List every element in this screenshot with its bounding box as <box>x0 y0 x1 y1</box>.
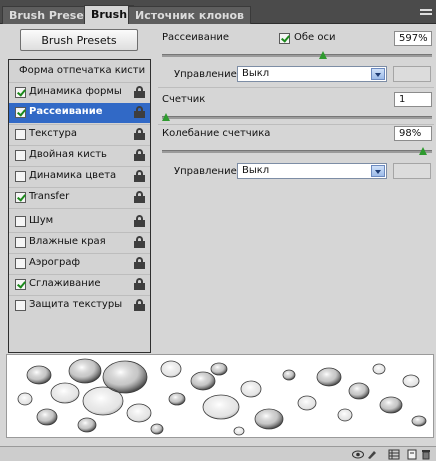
list-divider <box>9 208 150 209</box>
checkbox[interactable] <box>15 279 26 290</box>
list-item-label: Аэрограф <box>29 257 81 268</box>
chevron-down-icon[interactable] <box>371 68 385 80</box>
list-item-color-dynamics[interactable]: Динамика цвета <box>9 167 150 187</box>
brush-preview-image <box>17 358 427 436</box>
list-item-label: Шум <box>29 215 54 226</box>
list-item-airbrush[interactable]: Аэрограф <box>9 254 150 274</box>
count-jitter-slider-thumb[interactable] <box>418 147 427 155</box>
brush-settings-list: Форма отпечатка кисти Динамика формы Рас… <box>8 59 151 353</box>
list-item-label: Динамика формы <box>29 86 122 97</box>
checkbox[interactable] <box>15 258 26 269</box>
lock-icon[interactable] <box>134 191 145 203</box>
lock-icon[interactable] <box>134 215 145 227</box>
chevron-down-icon[interactable] <box>371 165 385 177</box>
checkbox[interactable] <box>15 300 26 311</box>
checkbox[interactable] <box>15 107 26 118</box>
checkbox[interactable] <box>15 171 26 182</box>
count-label: Счетчик <box>162 94 206 105</box>
tab-clone-source[interactable]: Источник клонов <box>128 6 252 24</box>
list-item-label: Текстура <box>29 128 78 139</box>
list-item-transfer[interactable]: Transfer <box>9 188 150 208</box>
count-jitter-label: Колебание счетчика <box>162 128 271 139</box>
lock-icon[interactable] <box>134 128 145 140</box>
count-jitter-control-value-box <box>393 163 431 179</box>
checkbox[interactable] <box>15 150 26 161</box>
panel-bottom-bar <box>0 446 436 461</box>
brush-presets-button[interactable]: Brush Presets <box>20 29 138 51</box>
scatter-slider-thumb[interactable] <box>319 51 328 59</box>
count-jitter-control-select[interactable]: Выкл <box>237 163 387 179</box>
checkbox[interactable] <box>15 192 26 203</box>
eye-icon[interactable] <box>352 449 364 460</box>
count-slider-thumb[interactable] <box>162 113 170 121</box>
grid-icon[interactable] <box>388 449 400 460</box>
list-item-label: Transfer <box>29 191 70 202</box>
checkbox[interactable] <box>15 87 26 98</box>
list-item-texture[interactable]: Текстура <box>9 125 150 145</box>
list-item-protect-texture[interactable]: Защита текстуры <box>9 296 150 316</box>
new-preset-icon[interactable] <box>406 449 418 460</box>
list-item-label: Защита текстуры <box>29 299 123 310</box>
both-axes-checkbox[interactable] <box>279 33 290 44</box>
checkbox[interactable] <box>15 216 26 227</box>
both-axes-label: Обе оси <box>294 32 336 43</box>
lock-icon[interactable] <box>134 149 145 161</box>
count-jitter-control-value: Выкл <box>242 165 270 176</box>
count-jitter-control-label: Управление: <box>174 166 241 177</box>
tab-bar: Brush Presets Brush Источник клонов <box>0 0 436 24</box>
list-item-dual-brush[interactable]: Двойная кисть <box>9 146 150 166</box>
lock-icon[interactable] <box>134 86 145 98</box>
count-slider-track[interactable] <box>162 116 432 119</box>
list-item-scattering[interactable]: Рассеивание <box>9 103 150 123</box>
list-item-label: Рассеивание <box>29 106 103 117</box>
lock-icon[interactable] <box>134 236 145 248</box>
scatter-control-select[interactable]: Выкл <box>237 66 387 82</box>
brush-stroke-preview <box>6 354 434 438</box>
count-jitter-slider-track[interactable] <box>162 150 432 153</box>
lock-icon[interactable] <box>134 106 145 118</box>
list-item-label: Сглаживание <box>29 278 101 289</box>
scatter-control-label: Управление: <box>174 69 241 80</box>
brush-tool-icon[interactable] <box>366 449 378 460</box>
lock-icon[interactable] <box>134 257 145 269</box>
list-item-smoothing[interactable]: Сглаживание <box>9 275 150 295</box>
tab-brush[interactable]: Brush <box>84 5 135 24</box>
scatter-control-value-box <box>393 66 431 82</box>
lock-icon[interactable] <box>134 299 145 311</box>
scatter-label: Рассеивание <box>162 32 230 43</box>
count-value-field[interactable]: 1 <box>394 92 432 107</box>
section-divider <box>158 124 434 125</box>
list-item-shape-dynamics[interactable]: Динамика формы <box>9 83 150 103</box>
list-header-label: Форма отпечатка кисти <box>19 65 146 76</box>
panel-menu-icon[interactable] <box>420 9 432 19</box>
section-divider <box>158 87 434 88</box>
scatter-value-field[interactable]: 597% <box>394 31 432 46</box>
checkbox[interactable] <box>15 237 26 248</box>
list-item-wet-edges[interactable]: Влажные края <box>9 233 150 253</box>
count-jitter-value-field[interactable]: 98% <box>394 126 432 141</box>
list-header-brush-tip-shape[interactable]: Форма отпечатка кисти <box>9 62 150 82</box>
scatter-slider-track[interactable] <box>162 54 432 57</box>
list-item-label: Динамика цвета <box>29 170 117 181</box>
lock-icon[interactable] <box>134 170 145 182</box>
list-item-label: Влажные края <box>29 236 106 247</box>
brush-panel: Brush Presets Форма отпечатка кисти Дина… <box>0 24 436 446</box>
trash-icon[interactable] <box>420 449 432 460</box>
lock-icon[interactable] <box>134 278 145 290</box>
checkbox[interactable] <box>15 129 26 140</box>
list-item-noise[interactable]: Шум <box>9 212 150 232</box>
scatter-control-value: Выкл <box>242 68 270 79</box>
list-item-label: Двойная кисть <box>29 149 107 160</box>
